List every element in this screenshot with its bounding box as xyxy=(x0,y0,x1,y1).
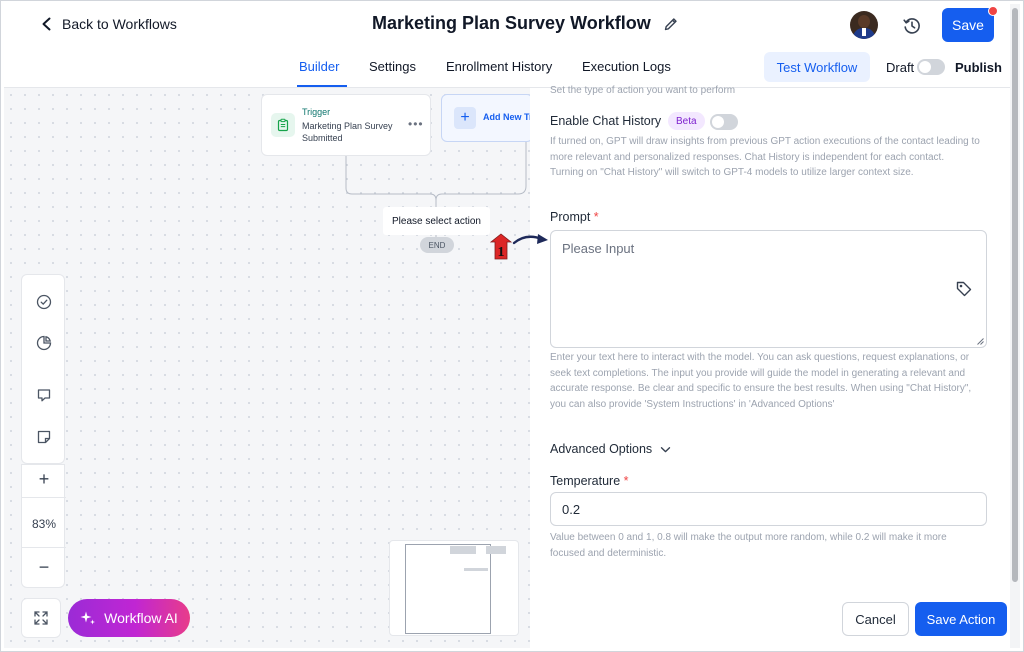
fit-view-button[interactable] xyxy=(21,598,61,638)
publish-label: Publish xyxy=(955,60,1002,75)
advanced-options-toggle[interactable]: Advanced Options xyxy=(550,442,671,456)
zoom-out-button[interactable]: − xyxy=(22,557,66,578)
trigger-kicker: Trigger xyxy=(302,107,331,117)
required-mark: * xyxy=(593,210,599,224)
active-tab-indicator xyxy=(297,85,347,87)
more-options-icon[interactable]: ••• xyxy=(408,117,424,131)
prompt-placeholder: Please Input xyxy=(562,241,635,256)
beta-badge: Beta xyxy=(668,112,705,130)
canvas-toolbar xyxy=(21,274,65,464)
prompt-textarea[interactable]: Please Input xyxy=(550,230,987,348)
clipboard-icon xyxy=(271,113,295,137)
workflow-ai-button[interactable]: Workflow AI xyxy=(68,599,190,637)
chevron-left-icon xyxy=(42,17,51,31)
tab-settings[interactable]: Settings xyxy=(369,59,416,74)
chat-history-toggle[interactable] xyxy=(710,114,738,130)
chevron-down-icon xyxy=(660,446,671,452)
workflow-ai-label: Workflow AI xyxy=(104,610,178,626)
tab-builder[interactable]: Builder xyxy=(299,59,339,74)
temperature-label: Temperature * xyxy=(550,474,629,488)
canvas-minimap[interactable] xyxy=(389,540,519,636)
chat-history-help: If turned on, GPT will draw insights fro… xyxy=(550,136,980,178)
temperature-help: Value between 0 and 1, 0.8 will make the… xyxy=(550,532,947,559)
action-type-hint: Set the type of action you want to perfo… xyxy=(550,85,736,96)
resize-handle-icon[interactable] xyxy=(977,338,984,345)
action-config-panel: Set the type of action you want to perfo… xyxy=(530,85,1010,648)
draft-label: Draft xyxy=(886,60,915,75)
expand-icon xyxy=(34,611,48,625)
temperature-input[interactable]: 0.2 xyxy=(550,492,987,526)
cancel-button[interactable]: Cancel xyxy=(842,602,909,636)
prompt-help: Enter your text here to interact with th… xyxy=(550,352,972,410)
test-workflow-button[interactable]: Test Workflow xyxy=(764,52,870,82)
workflow-canvas[interactable]: Trigger Marketing Plan Survey Submitted … xyxy=(4,88,533,648)
check-circle-icon[interactable] xyxy=(34,292,54,312)
plus-icon: + xyxy=(454,107,476,129)
back-label: Back to Workflows xyxy=(62,16,177,32)
top-header: Back to Workflows Marketing Plan Survey … xyxy=(4,4,1010,48)
minimap-viewport[interactable] xyxy=(405,544,491,634)
end-node: END xyxy=(420,237,454,253)
tag-icon[interactable] xyxy=(955,280,973,298)
prompt-label: Prompt * xyxy=(550,210,599,224)
zoom-level: 83% xyxy=(31,517,57,531)
scrollbar-thumb[interactable] xyxy=(1012,8,1018,582)
workflow-title: Marketing Plan Survey Workflow xyxy=(372,13,679,34)
zoom-controls: + 83% − xyxy=(21,464,66,588)
sticky-note-icon[interactable] xyxy=(34,427,54,447)
unsaved-indicator-dot xyxy=(988,6,998,16)
minimap-node xyxy=(486,546,506,554)
select-action-node[interactable]: Please select action xyxy=(383,207,490,235)
tab-execution-logs[interactable]: Execution Logs xyxy=(582,59,671,74)
page-scrollbar[interactable] xyxy=(1010,4,1020,648)
step-marker-arrow-icon: 1 xyxy=(490,233,548,260)
trigger-name: Marketing Plan Survey Submitted xyxy=(302,121,393,143)
comment-icon[interactable] xyxy=(34,385,54,405)
add-new-trigger-label: Add New Tr xyxy=(483,112,533,122)
trigger-node[interactable]: Trigger Marketing Plan Survey Submitted … xyxy=(261,94,431,156)
save-action-button[interactable]: Save Action xyxy=(915,602,1007,636)
step-marker-number: 1 xyxy=(498,245,505,260)
sparkle-icon xyxy=(80,611,96,625)
pie-chart-icon[interactable] xyxy=(34,333,54,353)
advanced-options-label: Advanced Options xyxy=(550,442,653,456)
minimap-node xyxy=(464,568,488,571)
edit-pencil-icon[interactable] xyxy=(663,16,679,32)
required-mark: * xyxy=(623,474,629,488)
user-avatar[interactable] xyxy=(850,11,878,39)
add-new-trigger-node[interactable]: + Add New Tr xyxy=(441,94,533,142)
zoom-in-button[interactable]: + xyxy=(22,469,66,490)
publish-toggle[interactable] xyxy=(917,59,945,75)
tab-bar: Builder Settings Enrollment History Exec… xyxy=(4,48,1010,88)
workflow-title-text: Marketing Plan Survey Workflow xyxy=(372,13,651,33)
chat-history-label: Enable Chat History xyxy=(550,114,662,128)
save-button[interactable]: Save xyxy=(942,8,994,42)
minimap-node xyxy=(450,546,476,554)
history-clock-icon[interactable] xyxy=(902,16,922,36)
tab-enrollment-history[interactable]: Enrollment History xyxy=(446,59,552,74)
back-to-workflows-link[interactable]: Back to Workflows xyxy=(40,16,177,32)
